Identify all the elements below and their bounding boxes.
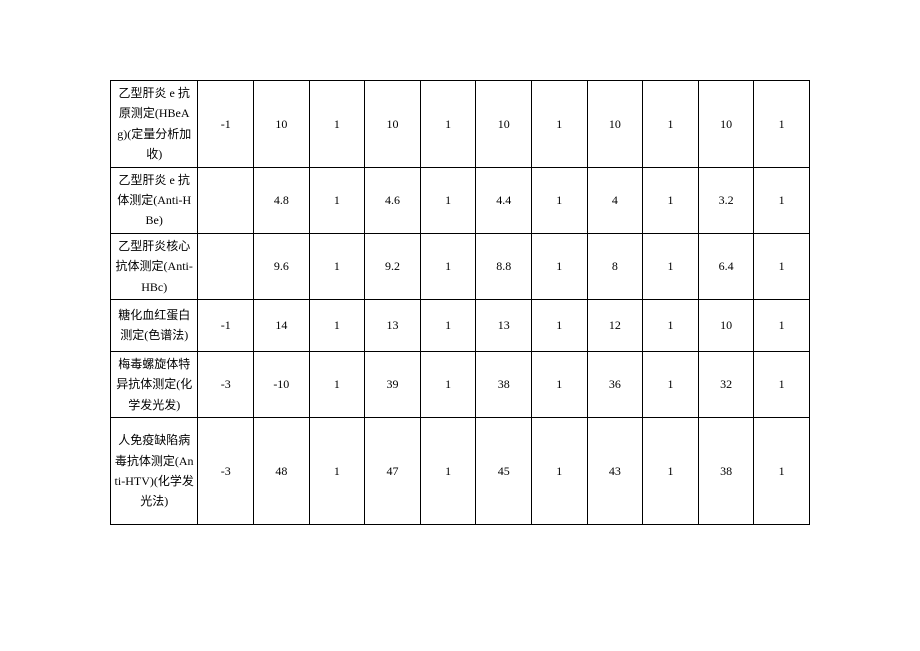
cell-value: 47 [365, 418, 421, 525]
cell-value: 1 [754, 167, 810, 233]
cell-value: 4.8 [254, 167, 310, 233]
cell-value: 1 [643, 299, 699, 351]
cell-value: 9.6 [254, 233, 310, 299]
cell-value: 1 [420, 81, 476, 168]
cell-value: 13 [365, 299, 421, 351]
cell-value: 1 [309, 351, 365, 417]
cell-value: -10 [254, 351, 310, 417]
cell-value: 1 [754, 351, 810, 417]
cell-value: -3 [198, 418, 254, 525]
cell-value: 38 [698, 418, 754, 525]
table-row: 人免疫缺陷病毒抗体测定(Anti-HTV)(化学发光法) -3 48 1 47 … [111, 418, 810, 525]
cell-value: 1 [531, 167, 587, 233]
cell-value: 48 [254, 418, 310, 525]
cell-name: 乙型肝炎 e 抗原测定(HBeAg)(定量分析加收) [111, 81, 198, 168]
cell-value: 1 [420, 167, 476, 233]
cell-value: 4.4 [476, 167, 532, 233]
table-row: 乙型肝炎 e 抗原测定(HBeAg)(定量分析加收) -1 10 1 10 1 … [111, 81, 810, 168]
cell-value: 1 [531, 351, 587, 417]
cell-name: 糖化血红蛋白测定(色谱法) [111, 299, 198, 351]
cell-value: 1 [643, 351, 699, 417]
cell-name: 乙型肝炎核心抗体测定(Anti-HBc) [111, 233, 198, 299]
table-row: 糖化血红蛋白测定(色谱法) -1 14 1 13 1 13 1 12 1 10 … [111, 299, 810, 351]
cell-value: 10 [254, 81, 310, 168]
cell-value: 1 [754, 81, 810, 168]
cell-value: 4.6 [365, 167, 421, 233]
cell-name: 人免疫缺陷病毒抗体测定(Anti-HTV)(化学发光法) [111, 418, 198, 525]
cell-value: 1 [643, 233, 699, 299]
cell-value: 10 [698, 299, 754, 351]
cell-value: 1 [309, 418, 365, 525]
cell-value: 1 [420, 351, 476, 417]
table-row: 梅毒螺旋体特异抗体测定(化学发光发) -3 -10 1 39 1 38 1 36… [111, 351, 810, 417]
cell-value: 10 [587, 81, 643, 168]
cell-value: -3 [198, 351, 254, 417]
cell-value: 1 [309, 299, 365, 351]
cell-value: 1 [531, 299, 587, 351]
cell-value: 1 [420, 233, 476, 299]
cell-name: 梅毒螺旋体特异抗体测定(化学发光发) [111, 351, 198, 417]
cell-name: 乙型肝炎 e 抗体测定(Anti-HBe) [111, 167, 198, 233]
cell-value: -1 [198, 81, 254, 168]
cell-value: 43 [587, 418, 643, 525]
cell-value: 1 [643, 81, 699, 168]
cell-value [198, 233, 254, 299]
cell-value: 1 [309, 81, 365, 168]
cell-value: 1 [531, 81, 587, 168]
cell-value: 1 [754, 233, 810, 299]
cell-value: -1 [198, 299, 254, 351]
cell-value: 13 [476, 299, 532, 351]
cell-value: 1 [309, 233, 365, 299]
cell-value: 1 [309, 167, 365, 233]
cell-value: 1 [531, 233, 587, 299]
table-row: 乙型肝炎核心抗体测定(Anti-HBc) 9.6 1 9.2 1 8.8 1 8… [111, 233, 810, 299]
cell-value: 1 [531, 418, 587, 525]
cell-value: 4 [587, 167, 643, 233]
data-table: 乙型肝炎 e 抗原测定(HBeAg)(定量分析加收) -1 10 1 10 1 … [110, 80, 810, 525]
cell-value: 1 [420, 299, 476, 351]
cell-value: 38 [476, 351, 532, 417]
cell-value: 12 [587, 299, 643, 351]
cell-value: 8 [587, 233, 643, 299]
cell-value: 8.8 [476, 233, 532, 299]
cell-value: 1 [754, 299, 810, 351]
cell-value: 9.2 [365, 233, 421, 299]
cell-value: 36 [587, 351, 643, 417]
cell-value [198, 167, 254, 233]
cell-value: 10 [698, 81, 754, 168]
cell-value: 45 [476, 418, 532, 525]
cell-value: 14 [254, 299, 310, 351]
cell-value: 10 [476, 81, 532, 168]
cell-value: 1 [420, 418, 476, 525]
cell-value: 32 [698, 351, 754, 417]
cell-value: 1 [643, 167, 699, 233]
cell-value: 6.4 [698, 233, 754, 299]
table-row: 乙型肝炎 e 抗体测定(Anti-HBe) 4.8 1 4.6 1 4.4 1 … [111, 167, 810, 233]
cell-value: 1 [754, 418, 810, 525]
cell-value: 10 [365, 81, 421, 168]
cell-value: 39 [365, 351, 421, 417]
cell-value: 3.2 [698, 167, 754, 233]
cell-value: 1 [643, 418, 699, 525]
